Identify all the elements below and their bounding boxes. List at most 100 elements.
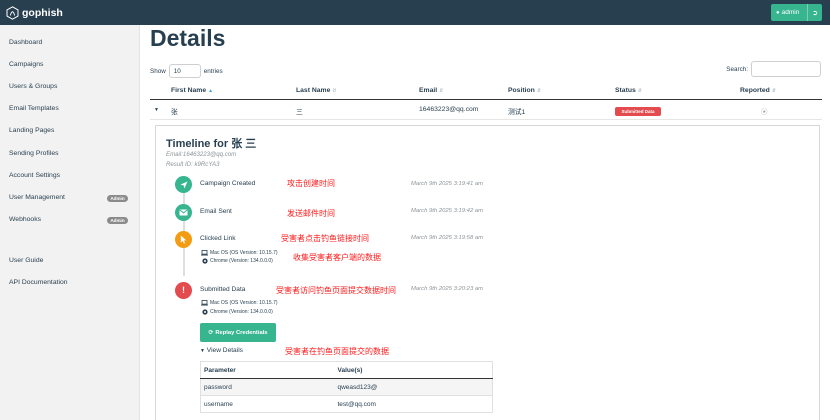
- top-navbar: gophish ● admin ➲: [0, 0, 830, 25]
- column-header-email[interactable]: Email ⇵: [419, 87, 443, 94]
- event-email-sent: Email Sent: [200, 208, 232, 215]
- sidebar-item-users-groups[interactable]: Users & Groups: [9, 83, 57, 90]
- clicked-browser-info: Chrome (Version: 134.0.0.0): [201, 258, 273, 264]
- view-details-toggle[interactable]: ▼ View Details: [200, 347, 243, 354]
- annotation-note: 收集受害者客户端的数据: [293, 253, 381, 262]
- admin-dropdown[interactable]: ● admin: [771, 4, 808, 21]
- column-header-label: Last Name: [296, 87, 331, 94]
- sidebar-item-user-guide[interactable]: User Guide: [9, 257, 43, 264]
- admin-user-button[interactable]: ● admin ➲: [771, 4, 822, 21]
- sidebar-item-webhooks[interactable]: Webhooks: [9, 216, 41, 223]
- column-header-last-name[interactable]: Last Name ⇵: [296, 87, 337, 94]
- sidebar-item-api-documentation[interactable]: API Documentation: [9, 279, 68, 286]
- os-version-text: Mac OS (OS Version: 10.15.7): [210, 300, 278, 306]
- submitted-params-table: Parameter Value(s) password qweasd123@ u…: [200, 361, 493, 413]
- chrome-icon: [201, 309, 208, 315]
- sidebar-item-sending-profiles[interactable]: Sending Profiles: [9, 150, 59, 157]
- entries-select[interactable]: 10: [168, 64, 201, 78]
- browser-version-text: Chrome (Version: 134.0.0.0): [210, 258, 273, 264]
- event-clicked-link: Clicked Link: [200, 235, 236, 242]
- envelope-icon: [175, 204, 192, 221]
- column-header-first-name[interactable]: First Name ▲: [171, 87, 213, 94]
- event-campaign-created: Campaign Created: [200, 180, 256, 187]
- row-expand-caret-icon[interactable]: ▼: [154, 107, 159, 113]
- entries-length-control: Show 10 entries: [150, 64, 223, 78]
- annotation-note: 攻击创建时间: [287, 179, 335, 188]
- annotation-note: 受害者在钓鱼页面提交的数据: [285, 347, 389, 356]
- event-time: March 9th 2025 3:19:41 am: [411, 181, 484, 187]
- column-header-label: Reported: [740, 87, 770, 94]
- event-time: March 9th 2025 3:20:23 am: [411, 286, 484, 292]
- rocket-icon: [175, 176, 192, 193]
- admin-badge: Admin: [107, 195, 128, 202]
- param-name: password: [200, 378, 335, 396]
- caret-down-icon: ▼: [200, 348, 205, 354]
- table-search: Search:: [726, 61, 821, 77]
- param-value: qweasd123@: [334, 378, 493, 396]
- page-title: Details: [150, 25, 226, 51]
- column-header-label: Position: [508, 87, 535, 94]
- mouse-pointer-icon: [175, 231, 192, 248]
- annotation-note: 发送邮件时间: [287, 209, 335, 218]
- column-header-status[interactable]: Status ⇵: [615, 87, 642, 94]
- brand-name: gophish: [22, 6, 63, 19]
- search-label: Search:: [726, 65, 748, 73]
- event-time: March 9th 2025 3:19:58 am: [411, 235, 484, 241]
- params-header-parameter: Parameter: [200, 361, 335, 379]
- annotation-note: 受害者访问钓鱼页面提交数据时间: [276, 286, 396, 295]
- column-header-label: Status: [615, 87, 636, 94]
- brand-logo[interactable]: gophish: [6, 3, 63, 22]
- event-time: March 9th 2025 3:19:42 am: [411, 208, 484, 214]
- param-name: username: [200, 395, 335, 413]
- admin-label: admin: [781, 9, 800, 16]
- laptop-icon: [201, 250, 208, 256]
- status-badge: Submitted Data: [615, 107, 661, 116]
- show-label: Show: [150, 67, 166, 75]
- sidebar-item-dashboard[interactable]: Dashboard: [9, 39, 42, 46]
- exclamation-icon: !: [175, 282, 192, 299]
- os-version-text: Mac OS (OS Version: 10.15.7): [210, 250, 278, 256]
- laptop-icon: [201, 300, 208, 306]
- annotation-note: 受害者点击钓鱼链接时间: [281, 234, 369, 243]
- table-row: username test@qq.com: [200, 395, 493, 413]
- chrome-icon: [201, 258, 208, 264]
- timeline-title: Timeline for 张 三: [166, 138, 257, 150]
- cell-first-name: 张: [171, 109, 178, 116]
- replay-credentials-label: Replay Credentials: [215, 329, 268, 336]
- sort-icon: ⇵: [637, 88, 642, 94]
- timeline-email: Email:16463223@qq.com: [166, 151, 237, 158]
- sidebar-item-landing-pages[interactable]: Landing Pages: [9, 127, 54, 134]
- view-details-label: View Details: [206, 347, 243, 354]
- column-header-reported[interactable]: Reported ⇵: [740, 87, 776, 94]
- sidebar-item-campaigns[interactable]: Campaigns: [9, 61, 43, 68]
- submitted-browser-info: Chrome (Version: 134.0.0.0): [201, 309, 273, 315]
- sidebar-item-email-templates[interactable]: Email Templates: [9, 105, 59, 112]
- gophish-hexagon-icon: [6, 5, 19, 20]
- clicked-os-info: Mac OS (OS Version: 10.15.7): [201, 250, 278, 256]
- column-header-label: First Name: [171, 87, 207, 94]
- entries-label: entries: [203, 67, 223, 75]
- timeline-result-id: Result ID: k9RcYA3: [166, 161, 220, 168]
- user-icon: ●: [776, 9, 780, 16]
- table-row: password qweasd123@: [200, 378, 493, 396]
- submitted-os-info: Mac OS (OS Version: 10.15.7): [201, 300, 278, 306]
- cell-email: 16463223@qq.com: [419, 106, 479, 113]
- browser-version-text: Chrome (Version: 134.0.0.0): [210, 309, 273, 315]
- row-divider: [150, 119, 822, 120]
- sort-icon: ⇵: [771, 88, 777, 94]
- replay-credentials-button[interactable]: ⟳ Replay Credentials: [200, 323, 276, 342]
- search-input[interactable]: [751, 61, 821, 77]
- admin-badge: Admin: [107, 217, 128, 224]
- reported-circle-icon: ⦿: [761, 109, 768, 116]
- params-header-row: Parameter Value(s): [200, 361, 493, 379]
- sort-asc-icon: ▲: [208, 88, 214, 94]
- sort-icon: ⇵: [332, 88, 337, 94]
- logout-icon[interactable]: ➲: [808, 9, 822, 17]
- sort-icon: ⇵: [439, 88, 444, 94]
- sidebar-item-account-settings[interactable]: Account Settings: [9, 172, 60, 179]
- sidebar-item-user-management[interactable]: User Management: [9, 194, 65, 201]
- refresh-icon: ⟳: [208, 329, 214, 336]
- header-divider: [150, 99, 822, 100]
- column-header-position[interactable]: Position ⇵: [508, 87, 541, 94]
- column-header-label: Email: [419, 87, 438, 94]
